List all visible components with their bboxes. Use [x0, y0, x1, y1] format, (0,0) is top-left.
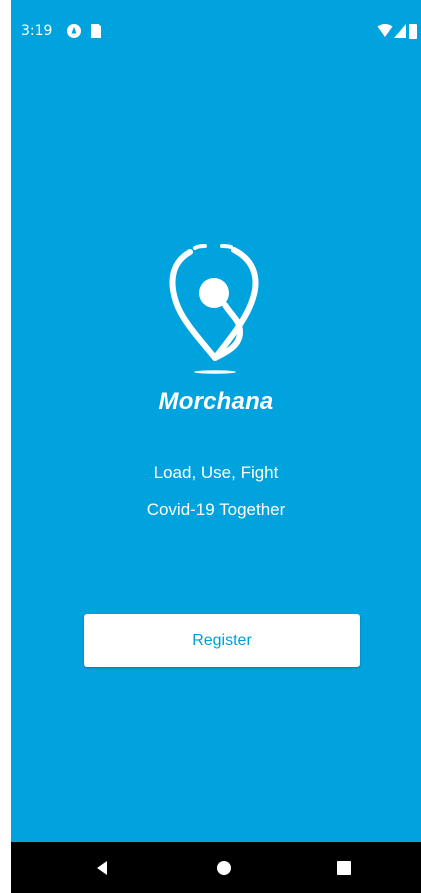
sim-card-icon: [89, 23, 103, 39]
signal-icon: [394, 24, 406, 40]
morchana-logo-icon: [161, 238, 267, 378]
hotspot-icon: [66, 23, 82, 39]
wifi-icon: [377, 24, 393, 40]
status-time: 3:19: [21, 23, 53, 39]
system-navigation-bar: [11, 842, 421, 893]
register-button[interactable]: Register: [84, 614, 360, 667]
tagline-line-2: Covid-19 Together: [146, 500, 286, 519]
battery-icon: [407, 23, 419, 39]
app-screen: 3:19 Morchana Load, Use, Fight Covid-19 …: [11, 0, 421, 842]
device-frame: 3:19 Morchana Load, Use, Fight Covid-19 …: [0, 0, 421, 893]
app-name: Morchana: [158, 388, 274, 415]
back-icon[interactable]: [92, 858, 116, 878]
status-bar: 3:19: [11, 0, 421, 56]
tagline-line-1: Load, Use, Fight: [153, 463, 279, 482]
home-icon[interactable]: [214, 858, 238, 878]
recents-icon[interactable]: [334, 858, 358, 878]
